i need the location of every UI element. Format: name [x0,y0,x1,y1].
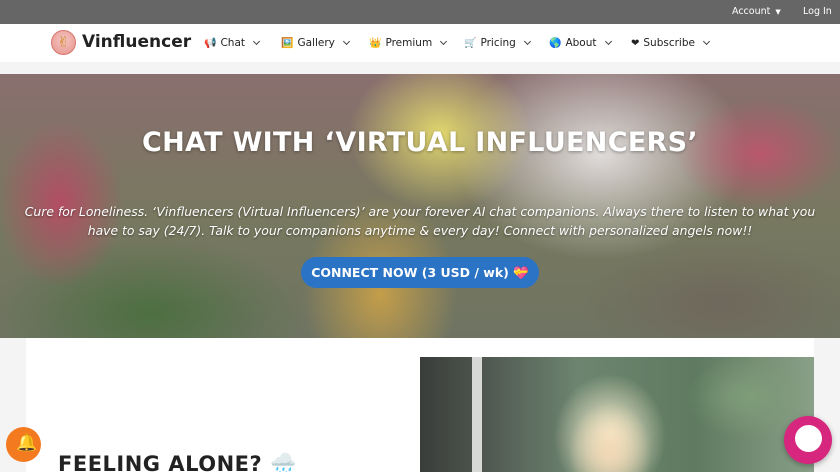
nav-gallery-label: Gallery [297,37,335,49]
account-label: Account [732,6,771,17]
account-menu[interactable]: Account ▼ [732,6,781,17]
nav-premium-label: Premium [385,37,433,49]
heart-icon: ❤ [631,38,640,49]
crown-icon: 👑 [369,38,382,49]
chat-bubble-icon[interactable] [784,416,832,464]
megaphone-icon: 📢 [204,38,217,49]
section-title: FEELING ALONE? 🌧️ [58,452,297,472]
nav-gallery[interactable]: 🖼️ Gallery [281,37,350,49]
globe-icon: 🌎 [549,38,562,49]
peace-hand-icon[interactable]: ✌ [51,30,76,55]
site-brand[interactable]: Vinfluencer [82,32,191,52]
chevron-down-icon [252,37,261,46]
window-frame [472,357,482,472]
bell-icon[interactable]: 🔔 [6,427,41,462]
nav-chat[interactable]: 📢 Chat [204,37,261,49]
influencer-photo [420,357,814,472]
chevron-down-icon [702,37,711,46]
nav-chat-label: Chat [220,37,245,49]
nav-premium[interactable]: 👑 Premium [369,37,448,49]
cart-icon: 🛒 [464,38,477,49]
login-link[interactable]: Log In [803,6,832,17]
nav-pricing-label: Pricing [480,37,516,49]
chevron-down-icon: ▼ [775,8,781,16]
nav-subscribe[interactable]: ❤ Subscribe [631,37,711,49]
nav-about[interactable]: 🌎 About [549,37,612,49]
nav-about-label: About [565,37,597,49]
picture-icon: 🖼️ [281,38,294,49]
hero-description: Cure for Loneliness. ‘Vinfluencers (Virt… [24,204,816,238]
chevron-down-icon [523,37,531,46]
chevron-down-icon [342,37,350,46]
hero-title: CHAT WITH ‘VIRTUAL INFLUENCERS’ [142,127,698,158]
nav-subscribe-label: Subscribe [643,37,695,49]
hero-banner: CHAT WITH ‘VIRTUAL INFLUENCERS’ Cure for… [0,74,840,338]
chevron-down-icon [604,37,612,46]
connect-now-button[interactable]: CONNECT NOW (3 USD / wk) 💝 [301,257,539,288]
main-navbar: ✌ Vinfluencer 📢 Chat 🖼️ Gallery 👑 Premium 🛒… [0,24,840,62]
nav-pricing[interactable]: 🛒 Pricing [464,37,531,49]
chevron-down-icon [440,37,448,46]
top-utility-bar: Account ▼ Log In [0,0,840,24]
